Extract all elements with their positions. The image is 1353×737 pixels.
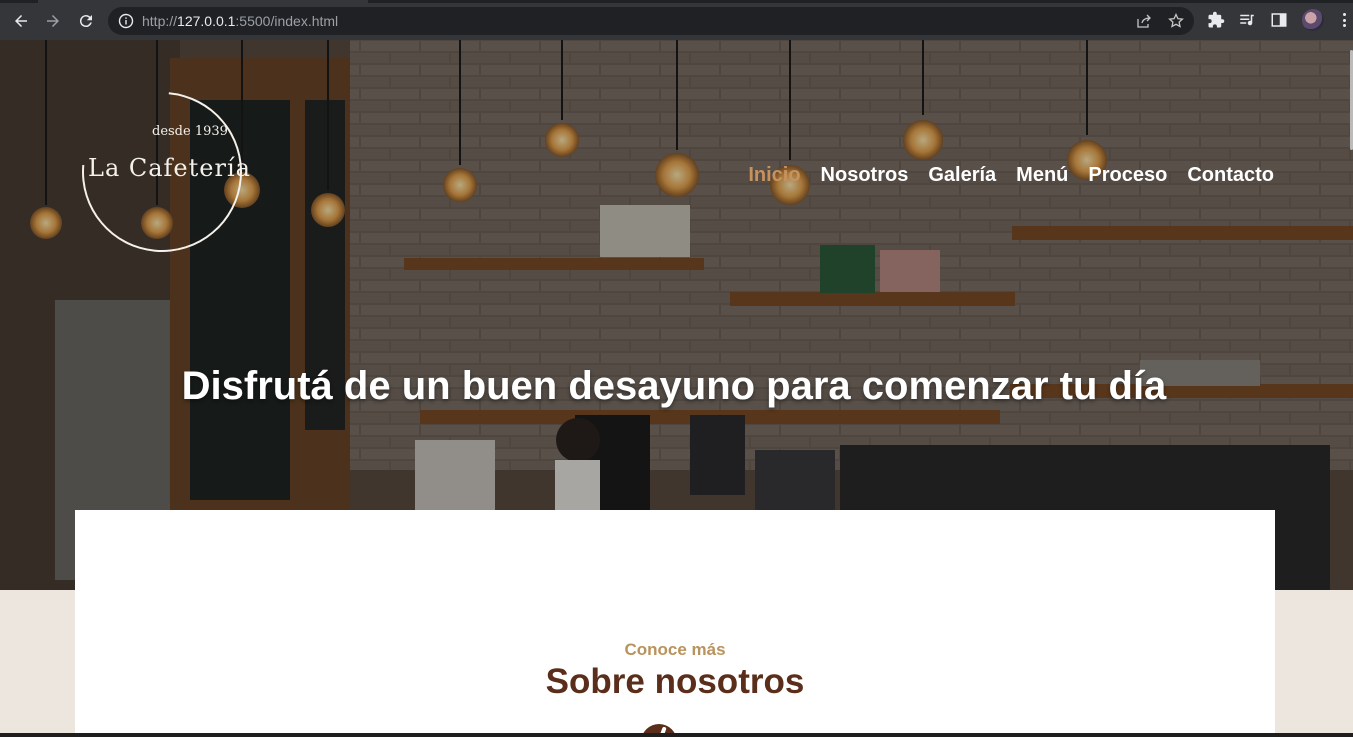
- profile-avatar[interactable]: [1302, 9, 1324, 31]
- web-page: desde 1939 La Cafetería Inicio Nosotros …: [0, 40, 1353, 737]
- reload-icon[interactable]: [75, 10, 97, 32]
- puzzle-icon[interactable]: [1207, 11, 1225, 29]
- about-eyebrow: Conoce más: [624, 640, 726, 659]
- hero-section: desde 1939 La Cafetería Inicio Nosotros …: [0, 40, 1353, 590]
- info-icon[interactable]: [118, 13, 134, 29]
- forward-arrow-icon[interactable]: [42, 10, 64, 32]
- address-bar[interactable]: http://127.0.0.1:5500/index.html: [108, 7, 1194, 35]
- hero-headline: Disfrutá de un buen desayuno para comenz…: [181, 364, 1167, 408]
- browser-toolbar: http://127.0.0.1:5500/index.html: [0, 0, 1353, 40]
- side-panel-icon[interactable]: [1270, 11, 1288, 29]
- nav-link-inicio[interactable]: Inicio: [748, 164, 800, 187]
- url-text: http://127.0.0.1:5500/index.html: [142, 13, 338, 29]
- media-queue-icon[interactable]: [1238, 11, 1256, 29]
- tab-strip: [0, 0, 1353, 3]
- url-prefix: http://: [142, 13, 178, 29]
- logo-brand: La Cafetería: [88, 154, 251, 182]
- active-tab-edge: [38, 0, 368, 3]
- nav-link-menu[interactable]: Menú: [1016, 164, 1068, 187]
- kebab-menu-icon[interactable]: [1339, 11, 1349, 29]
- back-arrow-icon[interactable]: [10, 10, 32, 32]
- url-host: 127.0.0.1: [177, 13, 236, 29]
- main-navigation: Inicio Nosotros Galería Menú Proceso Con…: [748, 164, 1274, 187]
- page-scrollbar[interactable]: [1349, 40, 1353, 737]
- nav-link-galeria[interactable]: Galería: [928, 164, 996, 187]
- site-logo[interactable]: desde 1939 La Cafetería: [49, 59, 275, 285]
- star-icon[interactable]: [1168, 13, 1184, 29]
- nav-link-nosotros[interactable]: Nosotros: [821, 164, 909, 187]
- share-icon[interactable]: [1136, 13, 1152, 29]
- url-path: :5500/index.html: [235, 13, 339, 29]
- nav-link-proceso[interactable]: Proceso: [1088, 164, 1167, 187]
- about-card: Conoce más Sobre nosotros: [75, 510, 1275, 737]
- nav-link-contacto[interactable]: Contacto: [1187, 164, 1274, 187]
- logo-since: desde 1939: [152, 124, 228, 139]
- window-bottom-edge: [0, 733, 1353, 737]
- about-title: Sobre nosotros: [545, 662, 805, 701]
